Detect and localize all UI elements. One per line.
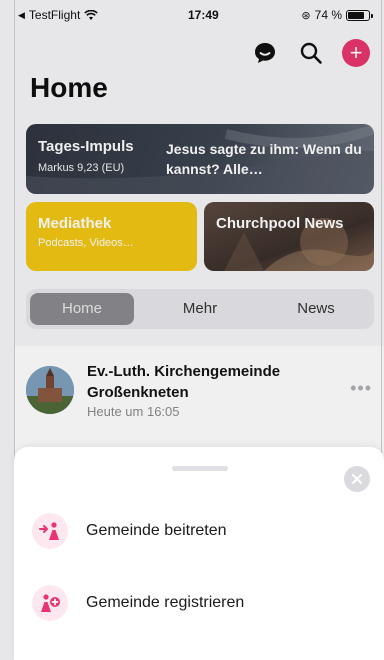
join-community-label: Gemeinde beitreten [86,522,227,539]
action-sheet: Gemeinde beitreten Gemeinde registrieren [14,447,384,660]
app-screen: ◀ TestFlight 17:49 ⊛ 74 % + Home Tages-I… [0,0,384,660]
register-community-label: Gemeinde registrieren [86,594,245,611]
register-community-icon [32,585,68,621]
close-button[interactable] [344,466,370,492]
close-icon [352,474,362,484]
register-community-action[interactable]: Gemeinde registrieren [32,583,362,623]
join-community-action[interactable]: Gemeinde beitreten [32,511,362,551]
join-community-icon [32,513,68,549]
sheet-grabber[interactable] [172,466,228,471]
